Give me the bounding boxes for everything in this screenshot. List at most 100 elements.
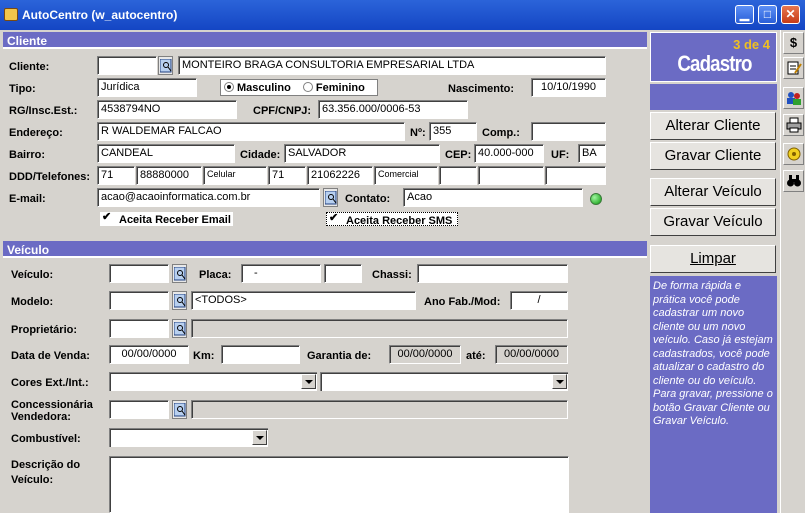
cliente-label: Cliente: xyxy=(9,61,50,73)
aceita-sms-label: Aceita Receber SMS xyxy=(346,215,453,227)
concessionaria-lookup-button[interactable] xyxy=(172,400,187,419)
phone1-ddd-input[interactable]: 71 xyxy=(97,166,135,185)
descricao-label-2: Veículo: xyxy=(11,474,54,486)
numero-input[interactable]: 355 xyxy=(429,122,477,141)
cor-externa-select[interactable] xyxy=(109,372,317,391)
aceita-sms-checkbox[interactable]: Aceita Receber SMS xyxy=(326,211,458,227)
gravar-veiculo-button[interactable]: Gravar Veículo xyxy=(650,208,776,236)
close-button[interactable]: ✕ xyxy=(781,5,800,24)
phone2-ddd-input[interactable]: 71 xyxy=(268,166,306,185)
concessionaria-label-2: Vendedora: xyxy=(11,411,71,423)
aceita-email-checkbox[interactable]: Aceita Receber Email xyxy=(100,210,233,226)
telefones-label: DDD/Telefones: xyxy=(9,171,91,183)
phone1-type-input[interactable]: Celular xyxy=(203,166,267,185)
dollar-button[interactable]: $ xyxy=(783,32,804,54)
km-label: Km: xyxy=(193,350,215,362)
phone3-type-input[interactable] xyxy=(545,166,606,185)
ano-label: Ano Fab./Mod: xyxy=(424,296,501,308)
cor-interna-select[interactable] xyxy=(320,372,568,391)
combustivel-select[interactable] xyxy=(109,428,268,447)
phone3-number-input[interactable] xyxy=(478,166,544,185)
bairro-input[interactable]: CANDEAL xyxy=(97,144,235,163)
edit-form-button[interactable] xyxy=(783,57,804,79)
contato-input[interactable]: Acao xyxy=(403,188,583,207)
alterar-veiculo-button[interactable]: Alterar Veículo xyxy=(650,178,776,206)
email-label: E-mail: xyxy=(9,193,46,205)
email-send-button[interactable] xyxy=(323,188,338,207)
phone2-number-input[interactable]: 21062226 xyxy=(307,166,373,185)
km-input[interactable] xyxy=(221,345,300,364)
title-bar: AutoCentro (w_autocentro) ▁ □ ✕ xyxy=(0,0,805,30)
phone1-number-input[interactable]: 88880000 xyxy=(136,166,202,185)
search-icon xyxy=(174,267,186,281)
checkmark-icon xyxy=(102,210,113,224)
descricao-textarea[interactable] xyxy=(109,456,569,513)
help-text: De forma rápida e prática você pode cada… xyxy=(650,276,777,513)
aceita-email-label: Aceita Receber Email xyxy=(119,214,231,226)
endereco-input[interactable]: R WALDEMAR FALCAO xyxy=(97,122,405,141)
limpar-button[interactable]: Limpar xyxy=(650,245,776,273)
garantia-label: Garantia de: xyxy=(307,350,372,362)
cliente-name-input[interactable]: MONTEIRO BRAGA CONSULTORIA EMPRESARIAL L… xyxy=(178,56,606,75)
tipo-label: Tipo: xyxy=(9,83,36,95)
veiculo-label: Veículo: xyxy=(11,269,54,281)
cidade-input[interactable]: SALVADOR xyxy=(284,144,440,163)
chevron-down-icon[interactable] xyxy=(552,374,567,389)
proprietario-code-input[interactable] xyxy=(109,319,169,338)
phone3-ddd-input[interactable] xyxy=(439,166,477,185)
ano-input[interactable]: / xyxy=(510,291,568,310)
edit-form-icon xyxy=(787,61,802,75)
cpf-input[interactable]: 63.356.000/0006-53 xyxy=(318,100,468,119)
modelo-name-input[interactable]: <TODOS> xyxy=(191,291,416,310)
checkmark-icon xyxy=(329,211,340,225)
modelo-label: Modelo: xyxy=(11,296,54,308)
cliente-code-input[interactable] xyxy=(97,56,157,75)
cadastro-logo: 3 de 4 Cadastro xyxy=(650,32,777,82)
uf-input[interactable]: BA xyxy=(578,144,606,163)
cliente-lookup-button[interactable] xyxy=(158,56,173,75)
binoculars-button[interactable] xyxy=(783,170,804,192)
comp-input[interactable] xyxy=(531,122,606,141)
sexo-radio-group: Masculino Feminino xyxy=(220,79,378,96)
data-venda-input[interactable]: 00/00/0000 xyxy=(109,345,189,364)
veiculo-code-input[interactable] xyxy=(109,264,169,283)
form-area: Cliente Cliente: MONTEIRO BRAGA CONSULTO… xyxy=(0,30,648,513)
proprietario-lookup-button[interactable] xyxy=(172,319,187,338)
cadastro-title: Cadastro xyxy=(677,51,752,76)
help-button[interactable] xyxy=(783,143,804,165)
cep-input[interactable]: 40.000-000 xyxy=(474,144,544,163)
maximize-icon: □ xyxy=(763,7,772,21)
minimize-button[interactable]: ▁ xyxy=(735,5,754,24)
garantia-de-input: 00/00/0000 xyxy=(389,345,461,364)
help-icon xyxy=(787,147,800,161)
proprietario-label: Proprietário: xyxy=(11,324,78,336)
search-icon xyxy=(174,322,186,336)
window-title: AutoCentro (w_autocentro) xyxy=(22,8,178,22)
radio-feminino[interactable] xyxy=(302,82,313,92)
placa-uf-input[interactable] xyxy=(324,264,362,283)
tipo-input[interactable]: Jurídica xyxy=(97,78,197,97)
placa-input[interactable]: - xyxy=(241,264,321,283)
chevron-down-icon[interactable] xyxy=(301,374,316,389)
users-button[interactable] xyxy=(783,87,804,109)
print-button[interactable] xyxy=(783,114,804,136)
concessionaria-code-input[interactable] xyxy=(109,400,169,419)
bairro-label: Bairro: xyxy=(9,149,46,161)
descricao-label-1: Descrição do xyxy=(11,459,81,471)
phone2-type-input[interactable]: Comercial xyxy=(374,166,438,185)
chassi-input[interactable] xyxy=(417,264,568,283)
nascimento-input[interactable]: 10/10/1990 xyxy=(531,78,606,97)
veiculo-lookup-button[interactable] xyxy=(172,264,187,283)
alterar-cliente-button[interactable]: Alterar Cliente xyxy=(650,112,776,140)
step-indicator: 3 de 4 xyxy=(733,37,770,52)
maximize-button[interactable]: □ xyxy=(758,5,777,24)
section-veiculo-header: Veículo xyxy=(3,241,647,258)
minimize-icon: ▁ xyxy=(739,7,750,21)
chevron-down-icon[interactable] xyxy=(252,430,267,445)
gravar-cliente-button[interactable]: Gravar Cliente xyxy=(650,142,776,170)
email-input[interactable]: acao@acaoinformatica.com.br xyxy=(97,188,320,207)
modelo-code-input[interactable] xyxy=(109,291,169,310)
rg-input[interactable]: 4538794NO xyxy=(97,100,237,119)
radio-masculino[interactable] xyxy=(224,82,234,92)
modelo-lookup-button[interactable] xyxy=(172,291,187,310)
